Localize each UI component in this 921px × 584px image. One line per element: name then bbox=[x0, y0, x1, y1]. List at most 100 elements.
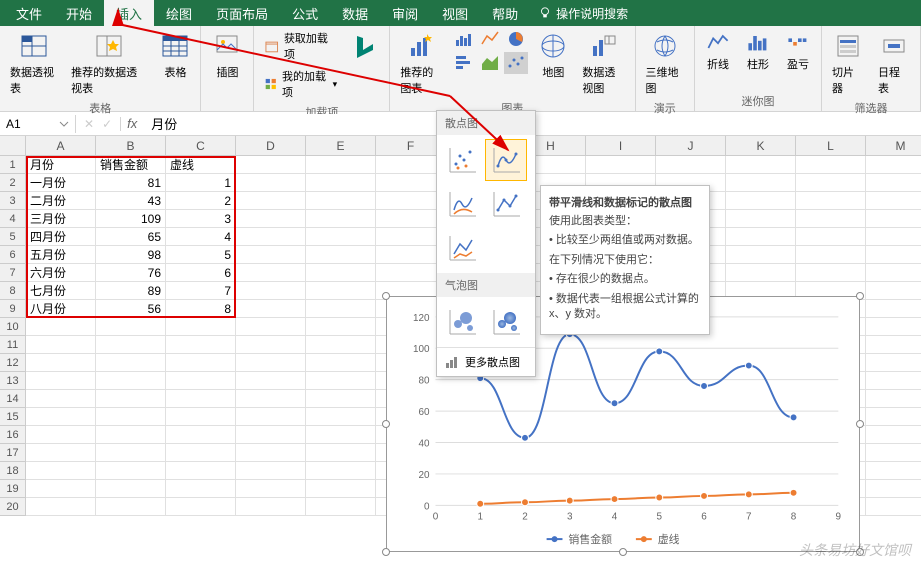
column-header[interactable]: D bbox=[236, 136, 306, 156]
pivot-table-button[interactable]: 数据透视表 bbox=[6, 28, 61, 98]
cell[interactable] bbox=[26, 408, 96, 426]
cell[interactable] bbox=[166, 498, 236, 516]
cell[interactable] bbox=[586, 156, 656, 174]
cell[interactable] bbox=[26, 336, 96, 354]
cell[interactable] bbox=[166, 444, 236, 462]
cell[interactable] bbox=[96, 354, 166, 372]
sparkline-winloss-button[interactable]: 盈亏 bbox=[781, 28, 815, 74]
select-all-corner[interactable] bbox=[0, 136, 26, 156]
cell[interactable] bbox=[866, 300, 921, 318]
tab-home[interactable]: 开始 bbox=[54, 0, 104, 27]
cell[interactable] bbox=[166, 462, 236, 480]
get-addins-button[interactable]: 获取加载项 bbox=[260, 28, 341, 64]
cell[interactable] bbox=[26, 372, 96, 390]
cell[interactable]: 四月份 bbox=[26, 228, 96, 246]
column-header[interactable]: A bbox=[26, 136, 96, 156]
cell[interactable] bbox=[796, 156, 866, 174]
cell[interactable] bbox=[726, 174, 796, 192]
row-header[interactable]: 15 bbox=[0, 408, 26, 426]
cell[interactable] bbox=[26, 390, 96, 408]
row-header[interactable]: 10 bbox=[0, 318, 26, 336]
scatter-chart-button[interactable] bbox=[504, 52, 528, 74]
scatter-plain-option[interactable] bbox=[441, 139, 483, 181]
cell[interactable] bbox=[236, 390, 306, 408]
cell[interactable]: 一月份 bbox=[26, 174, 96, 192]
cell[interactable]: 4 bbox=[166, 228, 236, 246]
cell[interactable] bbox=[96, 426, 166, 444]
cell[interactable]: 六月份 bbox=[26, 264, 96, 282]
cell[interactable] bbox=[306, 192, 376, 210]
cell[interactable]: 三月份 bbox=[26, 210, 96, 228]
row-header[interactable]: 18 bbox=[0, 462, 26, 480]
cell[interactable] bbox=[726, 156, 796, 174]
cell[interactable] bbox=[866, 246, 921, 264]
cell[interactable] bbox=[866, 444, 921, 462]
cell[interactable] bbox=[26, 354, 96, 372]
cell[interactable] bbox=[866, 480, 921, 498]
cell[interactable] bbox=[236, 354, 306, 372]
cell[interactable]: 7 bbox=[166, 282, 236, 300]
cell[interactable] bbox=[866, 192, 921, 210]
cell[interactable]: 5 bbox=[166, 246, 236, 264]
cell[interactable] bbox=[96, 318, 166, 336]
cell[interactable]: 虚线 bbox=[166, 156, 236, 174]
cell[interactable] bbox=[726, 210, 796, 228]
cell[interactable] bbox=[236, 282, 306, 300]
cell[interactable] bbox=[166, 372, 236, 390]
cell[interactable] bbox=[306, 408, 376, 426]
cell[interactable] bbox=[306, 300, 376, 318]
row-header[interactable]: 4 bbox=[0, 210, 26, 228]
tab-formula[interactable]: 公式 bbox=[280, 0, 330, 27]
cell[interactable] bbox=[236, 318, 306, 336]
sparkline-column-button[interactable]: 柱形 bbox=[741, 28, 775, 74]
maps-button[interactable]: 地图 bbox=[534, 28, 572, 82]
cell[interactable] bbox=[96, 372, 166, 390]
area-chart-button[interactable] bbox=[478, 52, 502, 74]
cell[interactable] bbox=[306, 210, 376, 228]
recommended-pivot-button[interactable]: 推荐的数据透视表 bbox=[67, 28, 150, 98]
pivot-chart-button[interactable]: 数据透视图 bbox=[578, 28, 628, 98]
cell[interactable] bbox=[236, 498, 306, 516]
cell[interactable] bbox=[236, 210, 306, 228]
row-header[interactable]: 5 bbox=[0, 228, 26, 246]
cell[interactable]: 3 bbox=[166, 210, 236, 228]
cell[interactable] bbox=[166, 318, 236, 336]
cell[interactable] bbox=[726, 228, 796, 246]
row-header[interactable]: 19 bbox=[0, 480, 26, 498]
scatter-smooth-option[interactable] bbox=[441, 183, 483, 225]
cell[interactable] bbox=[306, 336, 376, 354]
column-header[interactable]: E bbox=[306, 136, 376, 156]
cell[interactable] bbox=[236, 444, 306, 462]
cell[interactable] bbox=[236, 300, 306, 318]
resize-handle[interactable] bbox=[382, 420, 390, 428]
cell[interactable] bbox=[796, 192, 866, 210]
cell[interactable] bbox=[306, 264, 376, 282]
row-header[interactable]: 2 bbox=[0, 174, 26, 192]
sparkline-line-button[interactable]: 折线 bbox=[701, 28, 735, 74]
cell[interactable] bbox=[96, 336, 166, 354]
cell[interactable] bbox=[306, 390, 376, 408]
cell[interactable] bbox=[306, 372, 376, 390]
cell[interactable] bbox=[26, 480, 96, 498]
cell[interactable] bbox=[306, 426, 376, 444]
slicer-button[interactable]: 切片器 bbox=[828, 28, 868, 98]
cell[interactable] bbox=[236, 156, 306, 174]
cell[interactable] bbox=[306, 444, 376, 462]
cell[interactable] bbox=[26, 318, 96, 336]
cell[interactable] bbox=[236, 336, 306, 354]
row-header[interactable]: 7 bbox=[0, 264, 26, 282]
cell[interactable] bbox=[306, 246, 376, 264]
cell[interactable]: 七月份 bbox=[26, 282, 96, 300]
cell[interactable] bbox=[236, 372, 306, 390]
cell[interactable] bbox=[236, 192, 306, 210]
cell[interactable] bbox=[866, 174, 921, 192]
cell[interactable] bbox=[866, 156, 921, 174]
row-header[interactable]: 11 bbox=[0, 336, 26, 354]
row-header[interactable]: 6 bbox=[0, 246, 26, 264]
tab-insert[interactable]: 插入 bbox=[104, 0, 154, 27]
cell[interactable] bbox=[96, 462, 166, 480]
cell[interactable]: 89 bbox=[96, 282, 166, 300]
cell[interactable] bbox=[866, 264, 921, 282]
column-header[interactable]: B bbox=[96, 136, 166, 156]
cell[interactable]: 65 bbox=[96, 228, 166, 246]
